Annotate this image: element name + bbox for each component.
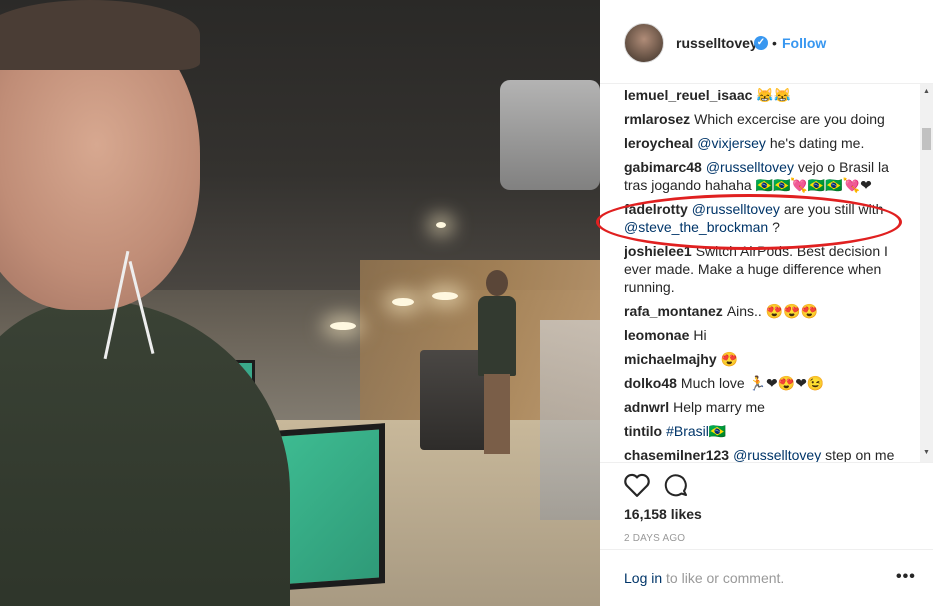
comment-text: Help marry me: [673, 399, 765, 415]
comment-author[interactable]: rmlarosez: [624, 111, 690, 127]
scrollbar-thumb[interactable]: [922, 128, 931, 150]
list-item: gabimarc48 @russelltovey vejo o Brasil la…: [624, 158, 916, 194]
likes-count[interactable]: 16,158 likes: [624, 506, 702, 522]
comment-author[interactable]: dolko48: [624, 375, 677, 391]
list-item: michaelmajhy 😍: [624, 350, 916, 368]
comment-author[interactable]: lemuel_reuel_isaac: [624, 87, 752, 103]
photo-selfie-person: [0, 0, 290, 606]
scroll-down-icon[interactable]: ▼: [923, 449, 930, 456]
photo-light: [392, 298, 414, 306]
photo-light: [330, 322, 356, 330]
verified-badge-icon: ✓: [754, 36, 768, 50]
login-prompt-text: to like or comment.: [662, 570, 785, 586]
comments-list[interactable]: lemuel_reuel_isaac 😹😹 rmlarosez Which exce…: [624, 86, 916, 462]
comment-text: 😹😹: [756, 87, 792, 103]
post-photo[interactable]: [0, 0, 600, 606]
comment-mention[interactable]: @russelltovey: [706, 159, 794, 175]
comment-author[interactable]: leomonae: [624, 327, 689, 343]
photo-gym-equipment: [540, 320, 600, 520]
list-item: leroycheal @vixjersey he's dating me.: [624, 134, 916, 152]
header-separator: •: [772, 35, 777, 51]
comment-author[interactable]: adnwrl: [624, 399, 669, 415]
comment-author[interactable]: gabimarc48: [624, 159, 702, 175]
comment-mention[interactable]: @vixjersey: [697, 135, 766, 151]
list-item: rafa_montanez Ains.. 😍😍😍: [624, 302, 916, 320]
follow-button[interactable]: Follow: [782, 35, 826, 51]
more-options-icon[interactable]: •••: [896, 568, 916, 586]
post-footer: Log in to like or comment. •••: [600, 549, 933, 606]
comment-author[interactable]: chasemilner123: [624, 447, 729, 462]
list-item: dolko48 Much love 🏃❤😍❤😉: [624, 374, 916, 392]
list-item: lemuel_reuel_isaac 😹😹: [624, 86, 916, 104]
heart-icon[interactable]: [624, 473, 650, 497]
comment-bubble-icon[interactable]: [664, 473, 688, 497]
post-header: russelltovey ✓ • Follow: [600, 0, 933, 84]
comment-hashtag[interactable]: #Brasil🇧🇷: [666, 423, 726, 439]
highlight-circle: [596, 194, 902, 250]
comment-text: 😍: [720, 351, 739, 367]
photo-background-person: [478, 270, 518, 460]
list-item: tintilo #Brasil🇧🇷: [624, 422, 916, 440]
list-item: rmlarosez Which excercise are you doing: [624, 110, 916, 128]
photo-duct: [500, 80, 600, 190]
comment-text: Much love 🏃❤😍❤😉: [680, 375, 825, 391]
post-side-panel: russelltovey ✓ • Follow lemuel_reuel_isa…: [600, 0, 933, 606]
login-prompt: Log in to like or comment.: [624, 570, 784, 586]
post-username[interactable]: russelltovey: [676, 35, 758, 51]
comment-mention[interactable]: @russelltovey: [733, 447, 821, 462]
list-item: adnwrl Help marry me: [624, 398, 916, 416]
photo-light: [432, 292, 458, 300]
comment-author[interactable]: tintilo: [624, 423, 662, 439]
comment-text: step on me: [821, 447, 895, 462]
comment-text: Ains.. 😍😍😍: [726, 303, 819, 319]
list-item: leomonae Hi: [624, 326, 916, 344]
avatar[interactable]: [624, 23, 664, 63]
comment-text: Which excercise are you doing: [694, 111, 885, 127]
list-item: chasemilner123 @russelltovey step on me: [624, 446, 916, 462]
photo-light: [436, 222, 446, 228]
comment-author[interactable]: rafa_montanez: [624, 303, 723, 319]
scroll-up-icon[interactable]: ▲: [923, 88, 930, 95]
comment-text: he's dating me.: [765, 135, 865, 151]
login-link[interactable]: Log in: [624, 570, 662, 586]
comment-author[interactable]: leroycheal: [624, 135, 693, 151]
post-date[interactable]: 2 DAYS AGO: [624, 533, 685, 544]
comment-text: Hi: [693, 327, 707, 343]
post-actions: 16,158 likes 2 DAYS AGO: [600, 462, 933, 552]
comment-author[interactable]: michaelmajhy: [624, 351, 717, 367]
list-item: joshielee1 Switch AirPods. Best decision …: [624, 242, 916, 296]
